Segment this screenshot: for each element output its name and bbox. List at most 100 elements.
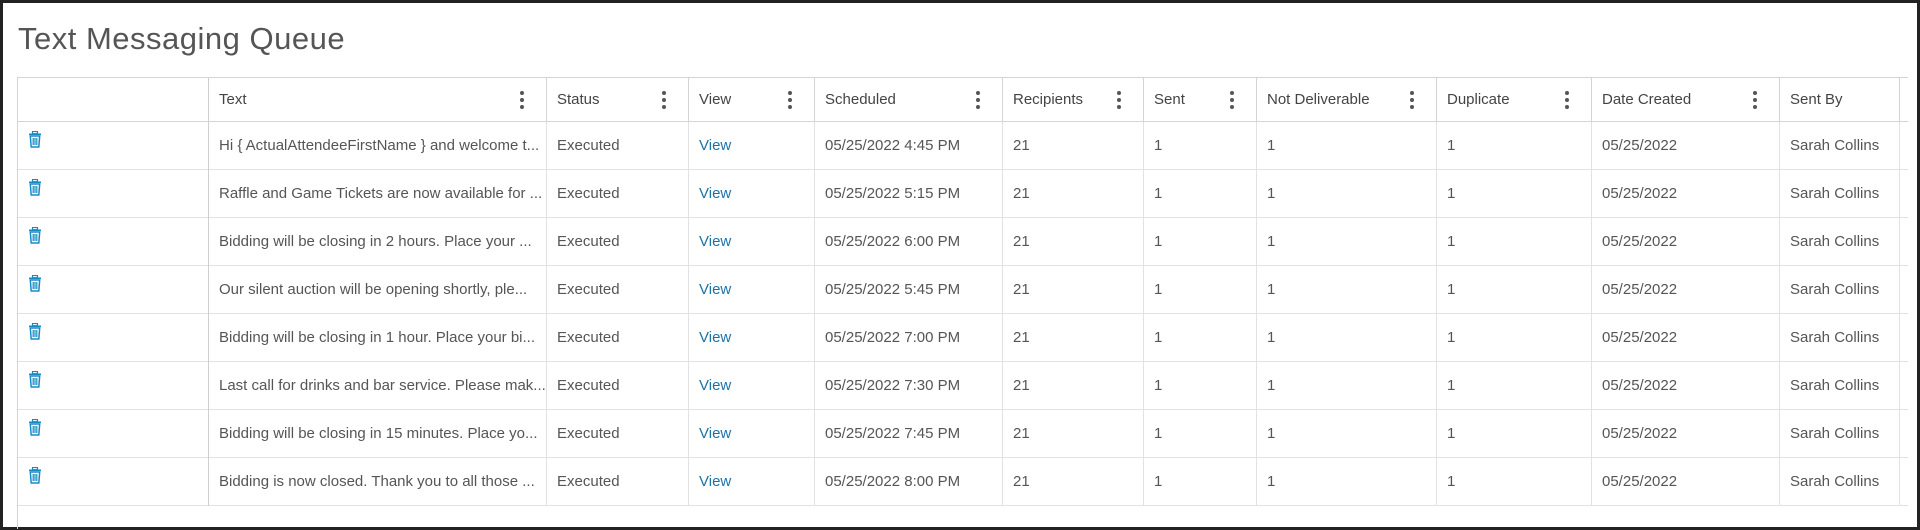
cell-view-link[interactable]: View [689, 410, 815, 458]
cell-status: Executed [547, 458, 689, 506]
kebab-menu-icon[interactable] [1753, 91, 1757, 109]
trash-icon[interactable] [28, 314, 42, 360]
cell-sent: 1 [1144, 266, 1257, 314]
column-header-view[interactable]: View [689, 78, 815, 121]
cell-not-deliverable: 1 [1257, 122, 1437, 170]
column-header-text[interactable]: Text [209, 78, 547, 121]
messages-grid: Text Status View Scheduled Recipients Sent Not… [17, 77, 1908, 529]
table-row: Our silent auction will be opening short… [18, 266, 1908, 314]
column-header-label: View [699, 91, 732, 108]
trash-icon[interactable] [28, 170, 42, 216]
cell-text: Our silent auction will be opening short… [209, 266, 547, 314]
cell-text: Hi { ActualAttendeeFirstName } and welco… [209, 122, 547, 170]
table-row: Last call for drinks and bar service. Pl… [18, 362, 1908, 410]
cell-sent: 1 [1144, 314, 1257, 362]
cell-recipients: 21 [1003, 266, 1144, 314]
delete-cell [18, 170, 209, 218]
cell-not-deliverable: 1 [1257, 458, 1437, 506]
page-title: Text Messaging Queue [18, 21, 346, 56]
cell-sent-by: Sarah Collins [1780, 458, 1900, 506]
kebab-menu-icon[interactable] [520, 91, 524, 109]
cell-not-deliverable: 1 [1257, 266, 1437, 314]
cell-sent-by: Sarah Collins [1780, 266, 1900, 314]
cell-scheduled: 05/25/2022 5:15 PM [815, 170, 1003, 218]
cell-text: Bidding will be closing in 1 hour. Place… [209, 314, 547, 362]
kebab-menu-icon[interactable] [976, 91, 980, 109]
cell-not-deliverable: 1 [1257, 170, 1437, 218]
column-header-scheduled[interactable]: Scheduled [815, 78, 1003, 121]
column-header-sent[interactable]: Sent [1144, 78, 1257, 121]
cell-sent-by: Sarah Collins [1780, 362, 1900, 410]
cell-status: Executed [547, 122, 689, 170]
table-row: Bidding is now closed. Thank you to all … [18, 458, 1908, 506]
kebab-menu-icon[interactable] [1565, 91, 1569, 109]
cell-view-link[interactable]: View [689, 314, 815, 362]
cell-sent: 1 [1144, 218, 1257, 266]
cell-recipients: 21 [1003, 362, 1144, 410]
cell-text: Raffle and Game Tickets are now availabl… [209, 170, 547, 218]
cell-date-created: 05/25/2022 [1592, 170, 1780, 218]
trash-icon[interactable] [28, 122, 42, 168]
cell-duplicate: 1 [1437, 362, 1592, 410]
column-header-date-created[interactable]: Date Created [1592, 78, 1780, 121]
kebab-menu-icon[interactable] [788, 91, 792, 109]
trash-icon[interactable] [28, 410, 42, 456]
cell-scheduled: 05/25/2022 7:00 PM [815, 314, 1003, 362]
cell-text: Bidding is now closed. Thank you to all … [209, 458, 547, 506]
cell-recipients: 21 [1003, 218, 1144, 266]
cell-view-link[interactable]: View [689, 458, 815, 506]
app-window: Text Messaging Queue Text Status View Sched… [0, 0, 1920, 530]
table-row: Raffle and Game Tickets are now availabl… [18, 170, 1908, 218]
cell-scheduled: 05/25/2022 8:00 PM [815, 458, 1003, 506]
kebab-menu-icon[interactable] [662, 91, 666, 109]
cell-sent: 1 [1144, 410, 1257, 458]
column-header-label: Status [557, 91, 600, 108]
delete-cell [18, 218, 209, 266]
delete-cell [18, 458, 209, 506]
column-header-not-deliverable[interactable]: Not Deliverable [1257, 78, 1437, 121]
cell-sent-by: Sarah Collins [1780, 314, 1900, 362]
cell-not-deliverable: 1 [1257, 218, 1437, 266]
column-header-recipients[interactable]: Recipients [1003, 78, 1144, 121]
trash-icon[interactable] [28, 218, 42, 264]
cell-duplicate: 1 [1437, 410, 1592, 458]
trash-icon[interactable] [28, 362, 42, 408]
cell-view-link[interactable]: View [689, 122, 815, 170]
cell-view-link[interactable]: View [689, 218, 815, 266]
cell-sent: 1 [1144, 170, 1257, 218]
grid-header: Text Status View Scheduled Recipients Sent Not… [18, 78, 1908, 122]
cell-date-created: 05/25/2022 [1592, 266, 1780, 314]
cell-view-link[interactable]: View [689, 170, 815, 218]
cell-date-created: 05/25/2022 [1592, 314, 1780, 362]
cell-duplicate: 1 [1437, 314, 1592, 362]
kebab-menu-icon[interactable] [1410, 91, 1414, 109]
column-header-sent-by[interactable]: Sent By [1780, 78, 1900, 121]
delete-cell [18, 266, 209, 314]
kebab-menu-icon[interactable] [1117, 91, 1121, 109]
cell-duplicate: 1 [1437, 170, 1592, 218]
column-header-status[interactable]: Status [547, 78, 689, 121]
column-header-label: Not Deliverable [1267, 91, 1370, 108]
cell-not-deliverable: 1 [1257, 410, 1437, 458]
cell-date-created: 05/25/2022 [1592, 410, 1780, 458]
cell-scheduled: 05/25/2022 7:30 PM [815, 362, 1003, 410]
cell-duplicate: 1 [1437, 458, 1592, 506]
cell-scheduled: 05/25/2022 5:45 PM [815, 266, 1003, 314]
cell-sent-by: Sarah Collins [1780, 410, 1900, 458]
cell-view-link[interactable]: View [689, 266, 815, 314]
kebab-menu-icon[interactable] [1230, 91, 1234, 109]
cell-sent-by: Sarah Collins [1780, 218, 1900, 266]
cell-status: Executed [547, 266, 689, 314]
cell-duplicate: 1 [1437, 122, 1592, 170]
column-header-actions[interactable] [18, 78, 209, 121]
cell-sent: 1 [1144, 122, 1257, 170]
column-header-label: Text [219, 91, 247, 108]
cell-view-link[interactable]: View [689, 362, 815, 410]
table-row: Hi { ActualAttendeeFirstName } and welco… [18, 122, 1908, 170]
cell-sent: 1 [1144, 362, 1257, 410]
trash-icon[interactable] [28, 458, 42, 504]
trash-icon[interactable] [28, 266, 42, 312]
cell-not-deliverable: 1 [1257, 314, 1437, 362]
column-header-duplicate[interactable]: Duplicate [1437, 78, 1592, 121]
column-header-label: Recipients [1013, 91, 1084, 108]
